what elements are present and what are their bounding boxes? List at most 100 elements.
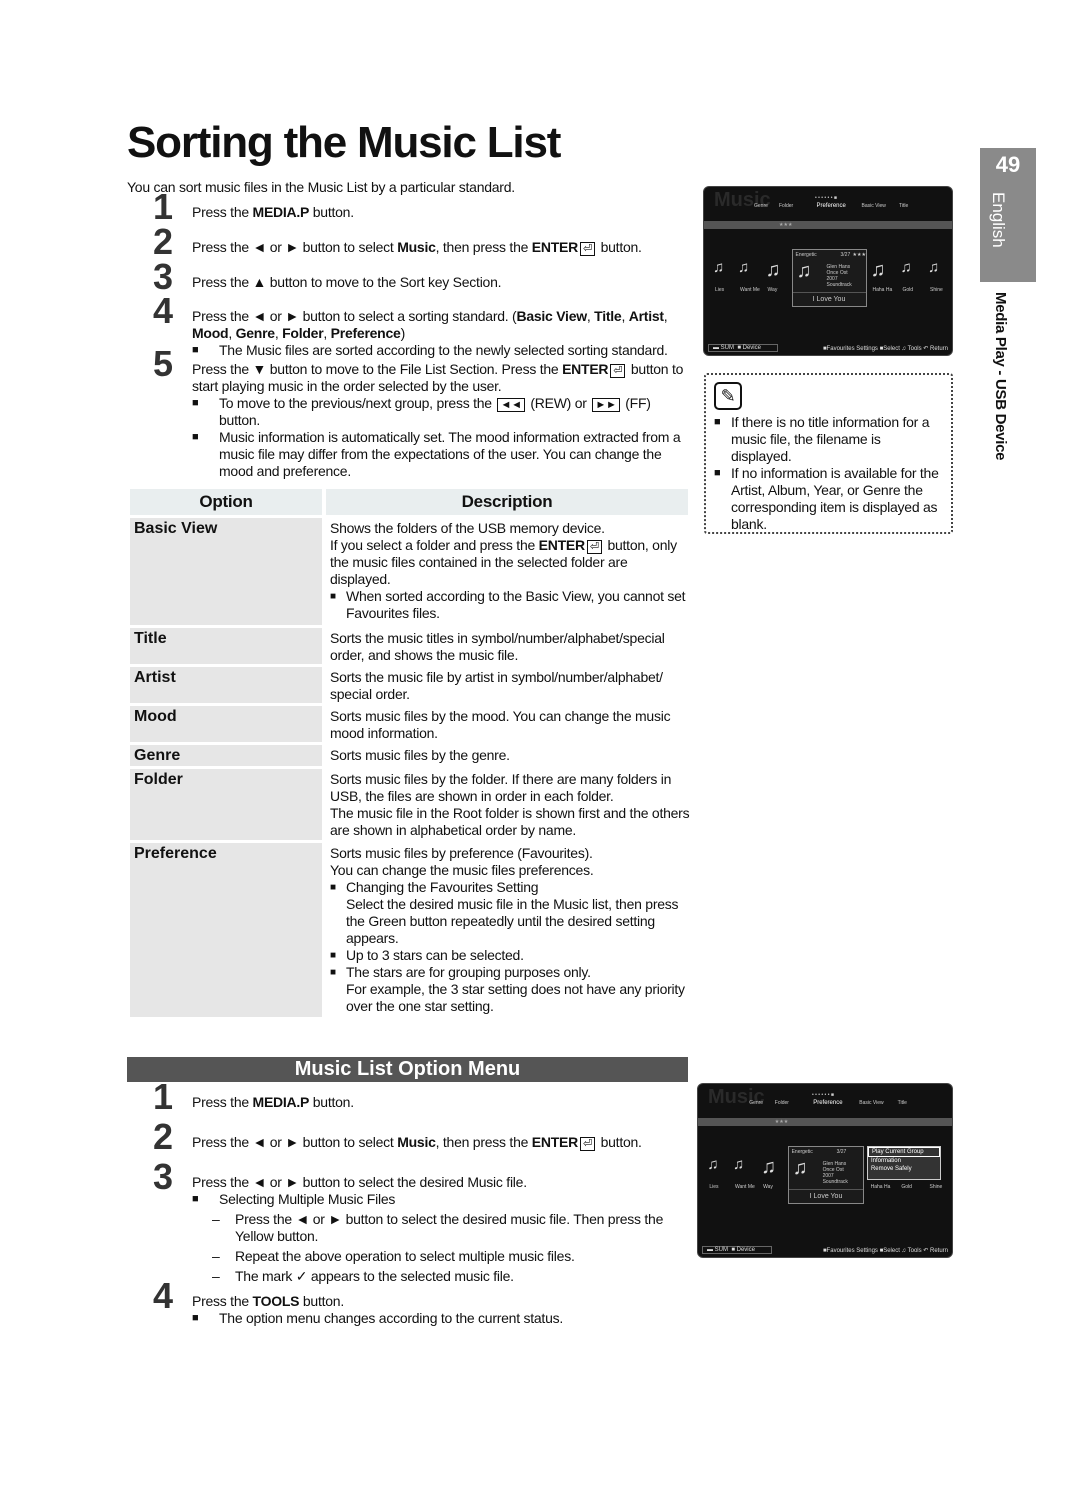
song-title[interactable]: Gold — [901, 1184, 912, 1190]
table-header-option: Option — [130, 489, 322, 515]
text-run: Press the ◄ or ► button to select the de… — [192, 1174, 527, 1190]
sort-key[interactable]: Preference — [813, 1100, 842, 1106]
music-note-icon: ♫ — [732, 1156, 745, 1173]
sort-key[interactable]: Basic View — [862, 203, 886, 209]
step: 4 Press the ◄ or ► button to select a sor… — [150, 293, 690, 360]
song-title[interactable]: Way — [763, 1184, 773, 1190]
text-run: Sorts music files by the mood. You can c… — [330, 708, 671, 741]
selected-song-card[interactable]: Energetic 3/27 ♫ Glen Hans Once Ost 2007 So… — [787, 1146, 865, 1204]
text-run: Title — [594, 308, 622, 324]
text-run: button. — [299, 1293, 344, 1309]
text-run: Sorts music files by preference (Favouri… — [330, 845, 593, 861]
text-run: Press the ▼ button to move to the File L… — [192, 361, 563, 377]
option-description: Sorts the music titles in symbol/number/… — [330, 630, 690, 664]
description-bullet: Changing the Favourites Setting — [330, 879, 690, 896]
page-title: Sorting the Music List — [127, 118, 561, 167]
sort-key[interactable]: Folder — [779, 203, 793, 209]
footer-hints: ■Favourites Settings ■Select ♫ Tools ↶ R… — [822, 1248, 948, 1254]
step-bullet: The Music files are sorted according to … — [192, 342, 688, 359]
menu-item[interactable]: Information — [868, 1157, 940, 1165]
step-text: Press the ◄ or ► button to select the de… — [192, 1174, 688, 1285]
option-description: Sorts music files by the mood. You can c… — [330, 708, 690, 742]
step-number: 2 — [153, 1116, 173, 1157]
mood: Energetic — [791, 1149, 813, 1155]
music-note-icon: ♫ — [761, 1156, 777, 1178]
button-icon: ⏎ — [580, 1137, 595, 1151]
text-run: The Music files are sorted according to … — [219, 342, 668, 358]
text-run: Sorts music files by the folder. If ther… — [330, 771, 672, 804]
music-note-icon: ♫ — [796, 260, 812, 282]
description-line: If you select a folder and press the ENT… — [330, 537, 690, 588]
table-header-description: Description — [326, 489, 688, 515]
button-icon: ⏎ — [586, 540, 602, 554]
text-run: Preference — [330, 325, 401, 341]
text-run: Press the ◄ or ► button to select — [192, 1134, 398, 1150]
option-name: Mood — [134, 708, 177, 725]
song-title[interactable]: Want Me — [735, 1184, 755, 1190]
option-description: Sorts music files by preference (Favouri… — [330, 845, 690, 1015]
music-note-icon: ♫ — [738, 259, 750, 276]
text-run: Press the ◄ or ► button to select the de… — [235, 1211, 664, 1244]
table-option-folder: Folder — [130, 769, 322, 840]
menu-item[interactable]: Remove Safely — [868, 1165, 940, 1173]
description-line: Sorts music files by preference (Favouri… — [330, 845, 690, 862]
description-line: Shows the folders of the USB memory devi… — [330, 520, 690, 537]
step: 2 Press the ◄ or ► button to select Music… — [150, 1119, 690, 1155]
sort-key[interactable]: Title — [899, 203, 908, 209]
text-run: If you select a folder and press the — [330, 537, 539, 553]
sort-key[interactable]: Genre — [749, 1100, 763, 1106]
song-title[interactable]: Way — [768, 287, 778, 293]
song-title[interactable]: Shine — [930, 287, 943, 293]
song-title[interactable]: Shine — [930, 1184, 943, 1190]
song-title[interactable]: Lies — [709, 1184, 718, 1190]
page-dots: • • • • • • ■ — [815, 195, 837, 201]
description-line: Sorts the music titles in symbol/number/… — [330, 630, 690, 664]
text-run: Music information is automatically set. … — [219, 429, 681, 479]
step: 3 Press the ◄ or ► button to select the d… — [150, 1159, 690, 1286]
text-run: button. — [309, 204, 354, 220]
page-tab: 49 English — [980, 148, 1036, 282]
music-note-icon: ♫ — [765, 259, 781, 281]
song-title[interactable]: Want Me — [740, 287, 760, 293]
option-name: Basic View — [134, 520, 218, 537]
track-count: 3/27 — [840, 252, 851, 258]
text-run: Folder — [282, 325, 324, 341]
text-run: Press the — [192, 204, 253, 220]
note-icon: ✎ — [714, 382, 742, 410]
music-note-icon: ♫ — [707, 1156, 719, 1173]
text-run: The option menu changes according to the… — [219, 1310, 563, 1326]
step-instruction: Press the MEDIA.P button. — [192, 1094, 688, 1111]
text-run: Sorts the music titles in symbol/number/… — [330, 630, 665, 663]
menu-item[interactable]: Play Current Group — [867, 1147, 941, 1157]
description-bullet: For example, the 3 star setting does not… — [330, 981, 690, 1015]
text-run: Press the — [192, 1094, 253, 1110]
text-run: Mood — [192, 325, 229, 341]
sort-key[interactable]: Title — [898, 1100, 907, 1106]
tv-screen-option-menu: Music • • • • • • ■ Genre Folder Preference B… — [697, 1083, 953, 1258]
step-number: 4 — [153, 1275, 173, 1316]
step: 5 Press the ▼ button to move to the File … — [150, 346, 690, 480]
song-title[interactable]: Haha Ha — [871, 1184, 891, 1190]
step-instruction: Press the ◄ or ► button to select a sort… — [192, 308, 688, 342]
description-line: You can change the music files preferenc… — [330, 862, 690, 879]
page-dots: • • • • • • ■ — [812, 1092, 834, 1098]
step-instruction: Press the TOOLS button. — [192, 1293, 688, 1310]
text-run: ENTER — [531, 239, 578, 255]
step-text: Press the ◄ or ► button to select a sort… — [192, 308, 688, 359]
description-bullet: The stars are for grouping purposes only… — [330, 964, 690, 981]
sort-key[interactable]: Preference — [817, 203, 846, 209]
section-label: Media Play - USB Device — [992, 292, 1009, 461]
sort-key[interactable]: Folder — [775, 1100, 789, 1106]
song-title[interactable]: Gold — [903, 287, 914, 293]
selected-song-card[interactable]: Energetic 3/27 ★★★ ♫ Glen Hans Once Ost 20… — [791, 249, 867, 307]
song-title[interactable]: Haha Ha — [873, 287, 893, 293]
song-title[interactable]: Lies — [715, 287, 724, 293]
music-note-icon: ♫ — [792, 1157, 808, 1179]
option-description: Sorts music files by the genre. — [330, 747, 690, 764]
button-icon: ⏎ — [580, 242, 595, 256]
step-subitem: The mark ✓ appears to the selected music… — [192, 1268, 688, 1285]
sort-key[interactable]: Basic View — [859, 1100, 883, 1106]
text-run: , then press the — [435, 1134, 532, 1150]
sort-key[interactable]: Genre — [754, 203, 768, 209]
progress-bar: ★★★ — [704, 221, 952, 229]
